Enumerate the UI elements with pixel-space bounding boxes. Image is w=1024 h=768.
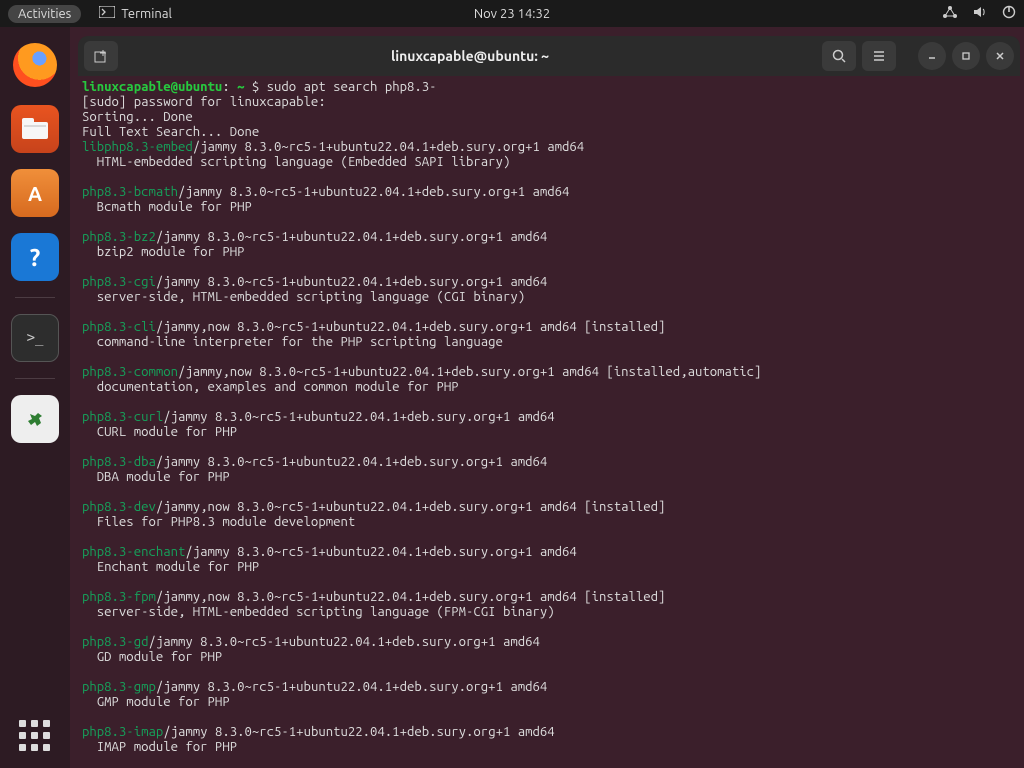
files-launcher[interactable] (11, 105, 59, 153)
maximize-button[interactable] (952, 42, 980, 70)
terminal-output[interactable]: linuxcapable@ubuntu: ~ $ sudo apt search… (78, 76, 1020, 768)
focused-app-label: Terminal (121, 7, 172, 21)
volume-icon[interactable] (972, 5, 988, 22)
dock-separator (15, 297, 55, 298)
search-button[interactable] (822, 41, 856, 71)
hamburger-menu-button[interactable] (862, 41, 896, 71)
terminal-app-icon (99, 6, 115, 21)
firefox-launcher[interactable] (11, 41, 59, 89)
network-icon[interactable] (942, 5, 958, 22)
gnome-topbar: Activities Terminal Nov 23 14:32 (0, 0, 1024, 27)
close-button[interactable] (986, 42, 1014, 70)
terminal-window: linuxcapable@ubuntu: ~ linuxcapable@ubun… (78, 36, 1020, 768)
help-launcher[interactable]: ? (11, 233, 59, 281)
show-applications-button[interactable] (17, 718, 53, 754)
focused-app[interactable]: Terminal (99, 6, 172, 21)
software-launcher[interactable] (11, 169, 59, 217)
trash-launcher[interactable] (11, 395, 59, 443)
power-icon[interactable] (1002, 5, 1016, 22)
activities-button[interactable]: Activities (8, 5, 81, 23)
window-title: linuxcapable@ubuntu: ~ (124, 48, 816, 64)
clock[interactable]: Nov 23 14:32 (474, 7, 550, 21)
titlebar: linuxcapable@ubuntu: ~ (78, 36, 1020, 76)
dock: ? >_ (0, 27, 70, 768)
minimize-button[interactable] (918, 42, 946, 70)
new-tab-button[interactable] (84, 41, 118, 71)
dock-separator (15, 378, 55, 379)
terminal-launcher[interactable]: >_ (11, 314, 59, 362)
